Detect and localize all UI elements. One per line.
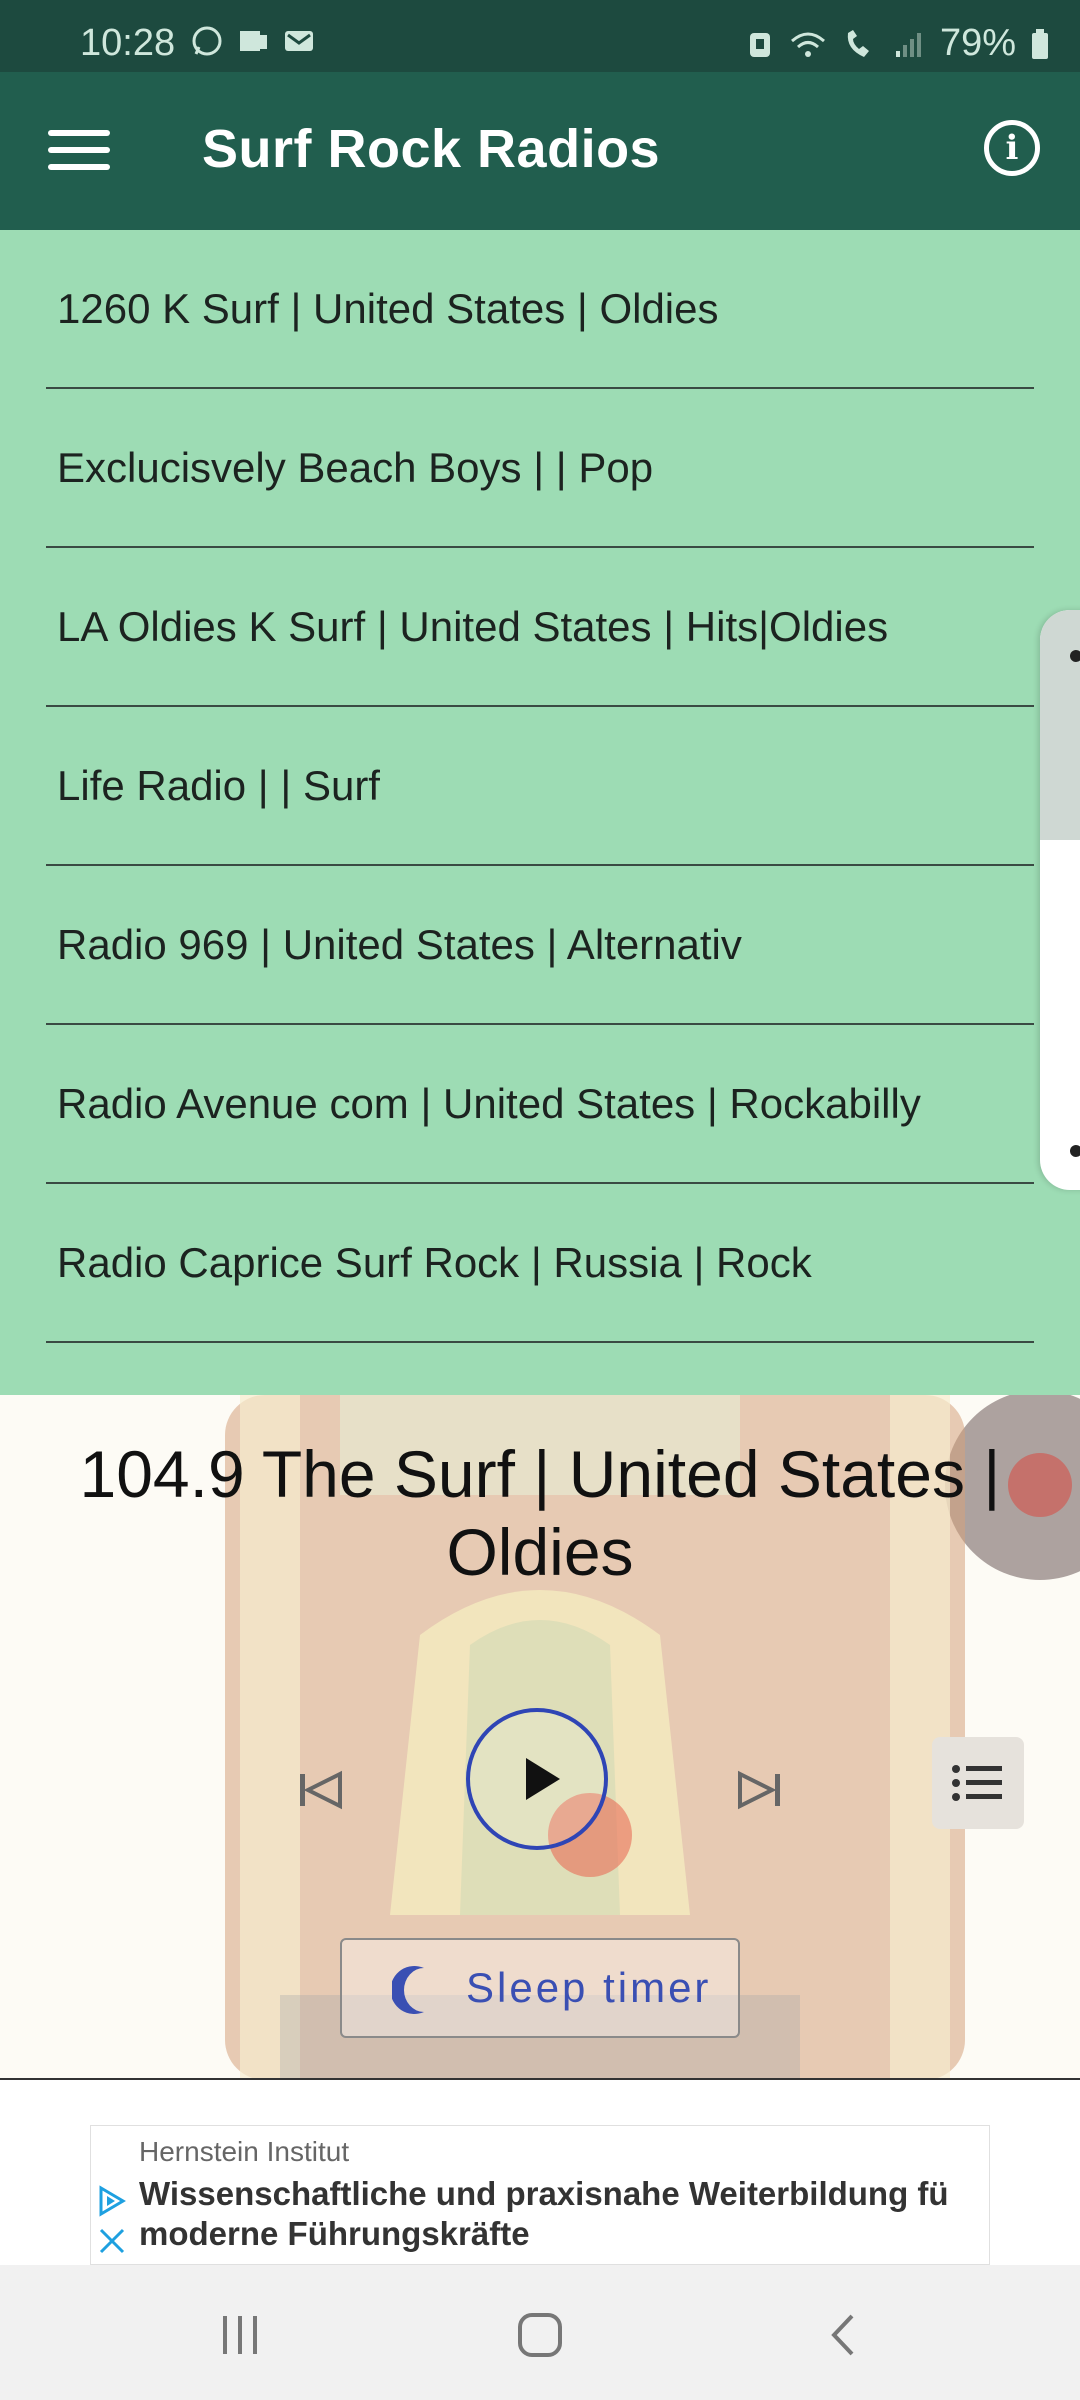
station-label: Exclucisvely Beach Boys | | Pop — [57, 443, 654, 491]
back-icon[interactable] — [820, 2310, 870, 2360]
station-item[interactable]: Radio Caprice Surf Rock | Russia | Rock — [46, 1184, 1034, 1343]
player-panel: 104.9 The Surf | United States | Oldies — [0, 1395, 1080, 2080]
battery-percent: 79% — [939, 22, 1016, 64]
play-button[interactable] — [466, 1708, 608, 1850]
station-label: Radio 969 | United States | Alternativ — [57, 920, 742, 968]
status-time: 10:28 — [80, 22, 176, 64]
ad-choices-icon[interactable] — [95, 2184, 129, 2218]
station-item[interactable]: Life Radio | | Surf — [46, 707, 1034, 866]
wifi-calling-icon — [847, 29, 869, 57]
moon-icon — [392, 1966, 424, 2014]
handle-dot — [1070, 650, 1080, 662]
station-item[interactable]: Exclucisvely Beach Boys | | Pop — [46, 389, 1034, 548]
notification-icons — [190, 24, 316, 58]
teams-icon — [240, 31, 267, 51]
ad-close-icon[interactable] — [95, 2224, 129, 2258]
app-title: Surf Rock Radios — [202, 119, 661, 179]
station-label: Radio Caprice Surf Rock | Russia | Rock — [57, 1238, 812, 1286]
side-panel-handle[interactable] — [1040, 610, 1080, 1190]
station-item[interactable]: Radio Avenue com | United States | Rocka… — [46, 1025, 1034, 1184]
system-icons: 79% — [746, 22, 1050, 65]
sleep-timer-button[interactable]: Sleep timer — [340, 1938, 740, 2038]
hamburger-menu-icon[interactable] — [48, 130, 110, 174]
info-icon[interactable]: i — [984, 120, 1040, 176]
ad-banner[interactable]: Hernstein Institut Wissenschaftliche und… — [90, 2125, 990, 2265]
whatsapp-icon — [192, 26, 222, 56]
station-item[interactable]: Radio 969 | United States | Alternativ — [46, 866, 1034, 1025]
status-bar: 10:28 79% — [0, 0, 1080, 72]
station-label: LA Oldies K Surf | United States | Hits|… — [57, 602, 889, 650]
station-label: Life Radio | | Surf — [57, 761, 380, 809]
signal-icon — [895, 32, 921, 57]
system-navigation-bar — [0, 2265, 1080, 2400]
side-panel-handle-top — [1040, 610, 1080, 840]
ad-area: Hernstein Institut Wissenschaftliche und… — [0, 2080, 1080, 2265]
wifi-icon — [790, 32, 825, 57]
list-icon — [952, 1765, 1002, 1801]
next-track-icon[interactable] — [730, 1760, 790, 1820]
handle-dot — [1070, 1145, 1080, 1157]
sleep-timer-label: Sleep timer — [466, 1964, 712, 2011]
station-label: 1260 K Surf | United States | Oldies — [57, 284, 719, 332]
station-list: 1260 K Surf | United States | Oldies Exc… — [0, 230, 1080, 1395]
station-label: Radio Avenue com | United States | Rocka… — [57, 1079, 921, 1127]
battery-icon — [1032, 28, 1048, 59]
app-bar: Surf Rock Radios i — [0, 72, 1080, 230]
station-item[interactable]: LA Oldies K Surf | United States | Hits|… — [46, 548, 1034, 707]
ad-headline[interactable]: Wissenschaftliche und praxisnahe Weiterb… — [139, 2174, 979, 2254]
now-playing-title: 104.9 The Surf | United States | Oldies — [79, 1437, 1001, 1589]
recent-apps-icon[interactable] — [215, 2310, 265, 2360]
station-item-partial[interactable] — [46, 1343, 1034, 1383]
mail-icon — [285, 31, 313, 51]
playlist-button[interactable] — [932, 1737, 1024, 1829]
home-icon[interactable] — [515, 2310, 565, 2360]
previous-track-icon[interactable] — [290, 1760, 350, 1820]
play-icon — [526, 1758, 560, 1800]
screen: 10:28 79% Surf Rock Radios i 1260 K Surf… — [0, 0, 1080, 2400]
station-item[interactable]: 1260 K Surf | United States | Oldies — [46, 230, 1034, 389]
alarm-icon — [749, 32, 770, 57]
ad-advertiser: Hernstein Institut — [139, 2136, 350, 2167]
